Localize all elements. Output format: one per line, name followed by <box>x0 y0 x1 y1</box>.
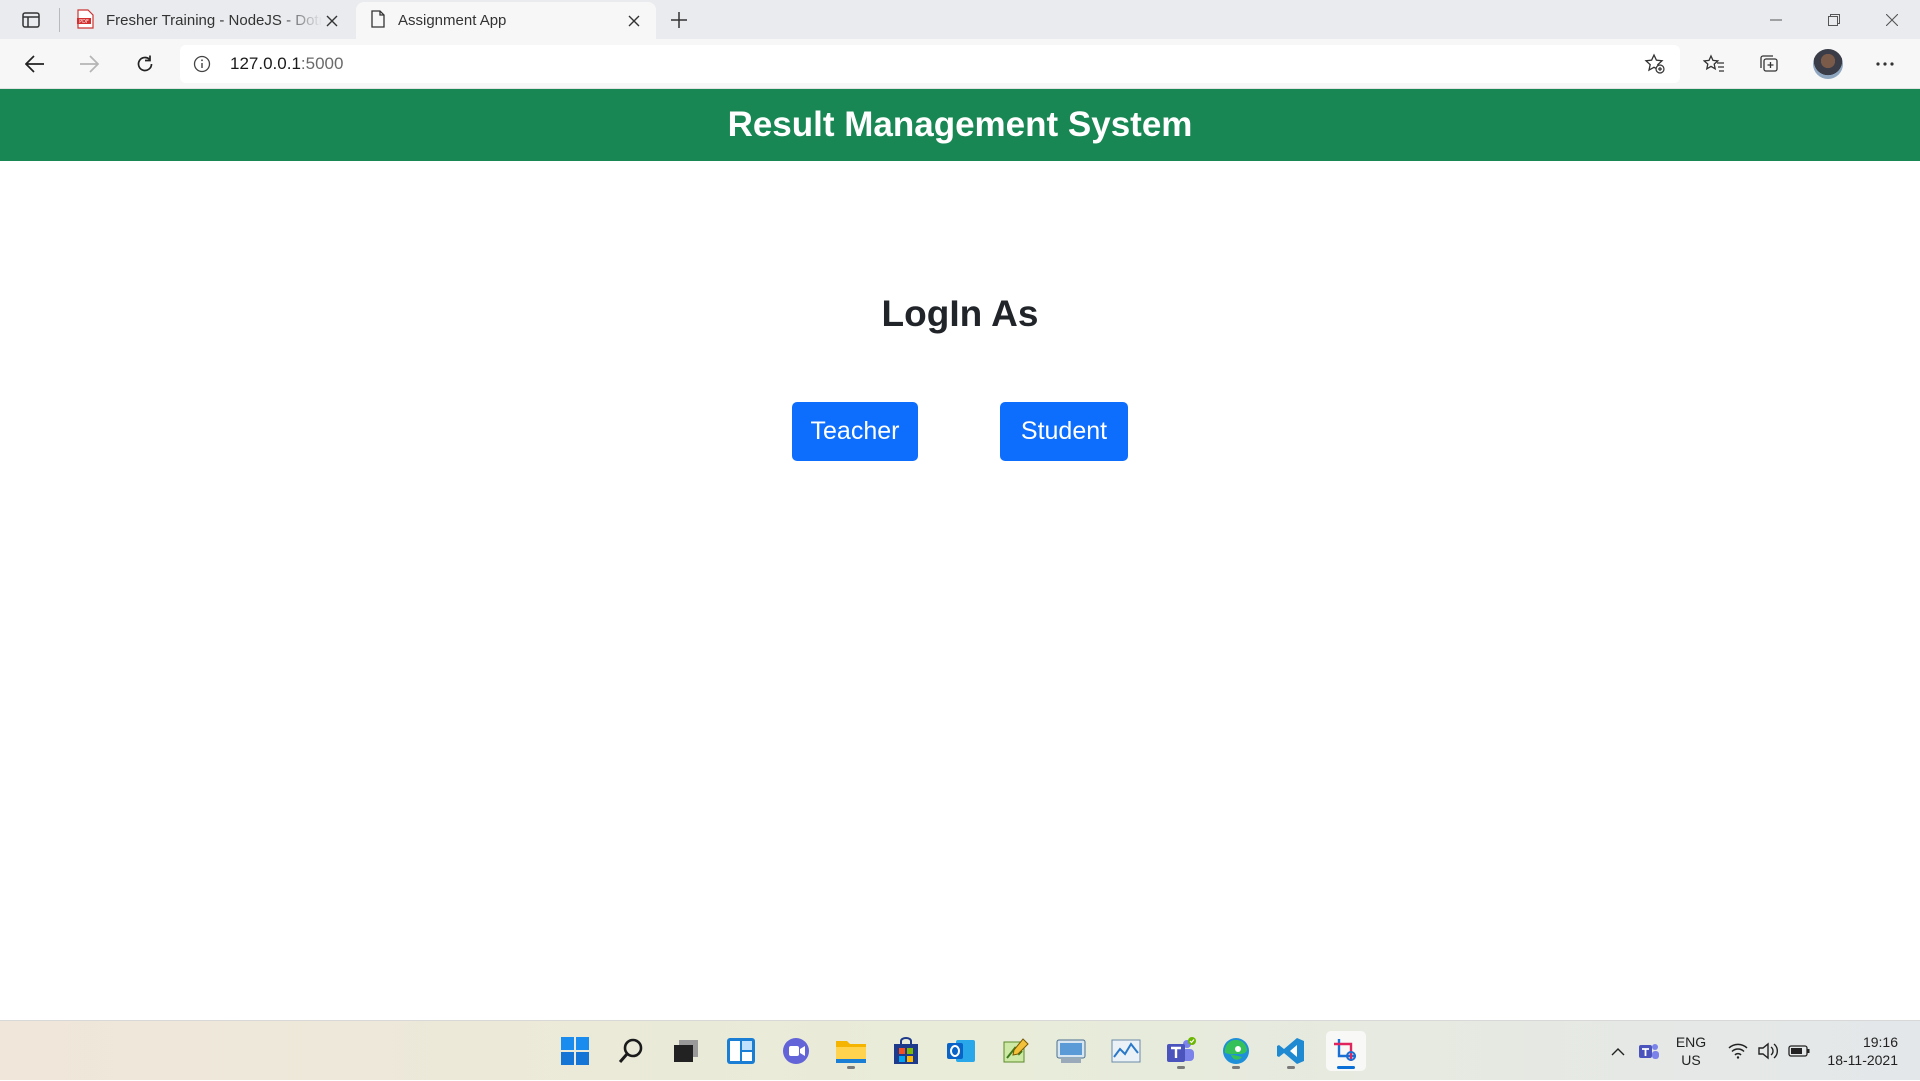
site-info-icon[interactable] <box>180 55 224 73</box>
refresh-icon[interactable] <box>128 48 162 80</box>
windows-taskbar: ENG US 19:16 18-11-2021 <box>0 1020 1920 1080</box>
tab-actions-icon[interactable] <box>14 7 48 33</box>
browser-toolbar: 127.0.0.1:5000 <box>0 39 1920 89</box>
active-indicator <box>1337 1066 1355 1069</box>
sticky-notes-icon[interactable] <box>996 1031 1036 1071</box>
collections-icon[interactable] <box>1752 48 1786 80</box>
start-icon[interactable] <box>555 1031 595 1071</box>
language-code: ENG <box>1675 1034 1707 1050</box>
clock[interactable]: 19:16 18-11-2021 <box>1820 1021 1910 1081</box>
close-window-icon[interactable] <box>1864 0 1920 39</box>
task-view-icon[interactable] <box>666 1031 706 1071</box>
file-explorer-icon[interactable] <box>831 1031 871 1071</box>
running-indicator <box>1287 1066 1295 1069</box>
restore-icon[interactable] <box>1806 0 1862 39</box>
close-tab-icon[interactable] <box>322 11 342 31</box>
vscode-icon[interactable] <box>1271 1031 1311 1071</box>
more-options-icon[interactable] <box>1868 48 1902 80</box>
clock-date: 18-11-2021 <box>1827 1052 1898 1068</box>
minimize-icon[interactable] <box>1748 0 1804 39</box>
running-indicator <box>847 1066 855 1069</box>
url-port: :5000 <box>300 54 344 73</box>
profile-avatar[interactable] <box>1813 49 1843 79</box>
language-indicator[interactable]: ENG US <box>1668 1021 1714 1081</box>
tab-title: Fresher Training - NodeJS - Dotn <box>106 12 322 29</box>
browser-tab-bar: PDF Fresher Training - NodeJS - Dotn Ass… <box>0 0 1920 39</box>
tab-separator <box>59 8 60 32</box>
svg-text:PDF: PDF <box>79 19 89 25</box>
tab-fresher-training[interactable]: PDF Fresher Training - NodeJS - Dotn <box>62 2 354 39</box>
login-heading: LogIn As <box>881 293 1039 334</box>
chat-icon[interactable] <box>776 1031 816 1071</box>
show-hidden-icons-chevron-icon[interactable] <box>1606 1021 1630 1081</box>
forward-arrow-icon[interactable] <box>72 48 106 80</box>
performance-monitor-icon[interactable] <box>1106 1031 1146 1071</box>
wifi-icon[interactable] <box>1724 1021 1752 1081</box>
widgets-icon[interactable] <box>721 1031 761 1071</box>
student-login-button[interactable]: Student <box>1000 402 1128 461</box>
running-indicator <box>1177 1066 1185 1069</box>
favorites-icon[interactable] <box>1697 48 1731 80</box>
running-indicator <box>1232 1066 1240 1069</box>
snipping-tool-icon[interactable] <box>1326 1031 1366 1071</box>
teacher-login-button[interactable]: Teacher <box>792 402 918 461</box>
remote-desktop-icon[interactable] <box>1051 1031 1091 1071</box>
back-arrow-icon[interactable] <box>18 48 52 80</box>
url-host: 127.0.0.1 <box>230 54 301 73</box>
keyboard-layout: US <box>1681 1052 1701 1068</box>
store-icon[interactable] <box>886 1031 926 1071</box>
tab-title: Assignment App <box>398 12 507 29</box>
close-tab-icon[interactable] <box>624 11 644 31</box>
search-icon[interactable] <box>611 1031 651 1071</box>
volume-icon[interactable] <box>1754 1021 1782 1081</box>
outlook-icon[interactable] <box>941 1031 981 1071</box>
web-page: Result Management System LogIn As Teache… <box>0 89 1920 1020</box>
add-favorite-icon[interactable] <box>1640 50 1670 78</box>
new-tab-icon[interactable] <box>664 6 694 34</box>
pdf-icon: PDF <box>76 8 94 33</box>
teams-icon[interactable] <box>1161 1031 1201 1071</box>
clock-time: 19:16 <box>1862 1034 1898 1050</box>
app-title: Result Management System <box>727 105 1193 144</box>
page-icon <box>370 9 386 32</box>
tab-assignment-app[interactable]: Assignment App <box>356 2 656 39</box>
url-text: 127.0.0.1:5000 <box>230 54 343 74</box>
edge-icon[interactable] <box>1216 1031 1256 1071</box>
battery-icon[interactable] <box>1784 1021 1814 1081</box>
app-header: Result Management System <box>0 89 1920 161</box>
address-bar[interactable]: 127.0.0.1:5000 <box>180 45 1680 83</box>
teams-tray-icon[interactable] <box>1636 1021 1662 1081</box>
